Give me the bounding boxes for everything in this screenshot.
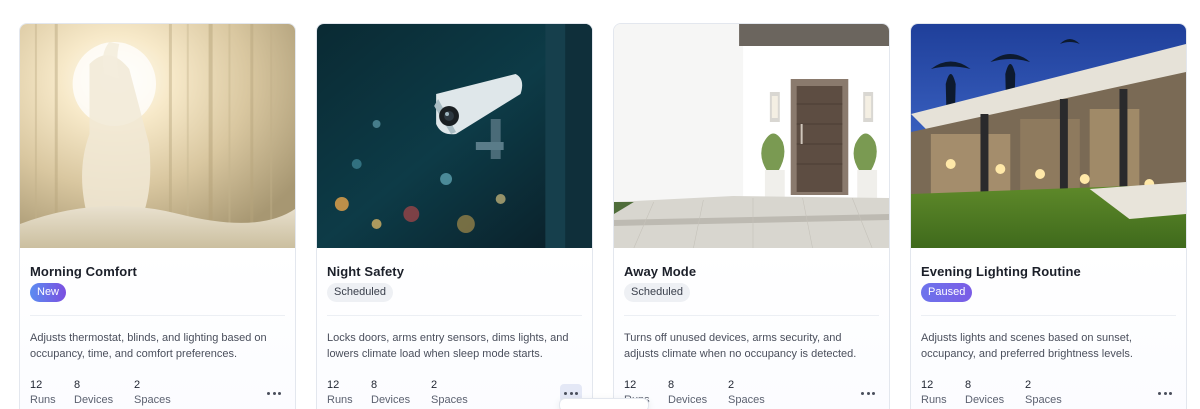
stat-devices-value: 8 — [965, 379, 972, 391]
stat-spaces-label: Spaces — [431, 394, 468, 406]
stat-runs-label: Runs — [921, 394, 947, 406]
stat-spaces-value: 2 — [431, 379, 438, 391]
stat-devices: 8 Devices — [965, 378, 1004, 409]
stat-spaces-label: Spaces — [728, 394, 765, 406]
stat-spaces-label: Spaces — [1025, 394, 1062, 406]
card-title: Morning Comfort — [30, 264, 137, 279]
card-body: Away Mode Scheduled Turns off unused dev… — [614, 248, 889, 409]
stat-runs-value: 12 — [30, 379, 43, 391]
card-body: Morning Comfort New Adjusts thermostat, … — [20, 248, 295, 409]
card-title: Away Mode — [624, 264, 697, 279]
stat-runs-label: Runs — [30, 394, 56, 406]
stat-spaces: 2 Spaces — [1025, 378, 1062, 409]
status-badge-scheduled: Scheduled — [624, 283, 690, 302]
stat-runs: 12 Runs — [327, 378, 353, 409]
card-body: Evening Lighting Routine Paused Adjusts … — [911, 248, 1186, 409]
more-dot — [1163, 391, 1167, 395]
stat-runs: 12 Runs — [921, 378, 947, 409]
more-horizontal-icon — [267, 391, 270, 395]
more-dot — [569, 391, 573, 395]
stat-spaces: 2 Spaces — [431, 378, 468, 409]
status-badge-paused: Paused — [921, 283, 973, 302]
stat-runs-value: 12 — [921, 379, 934, 391]
automation-cards-grid: Morning Comfort New Adjusts thermostat, … — [19, 23, 1187, 409]
card-description: Adjusts thermostat, blinds, and lighting… — [30, 332, 267, 360]
stat-devices: 8 Devices — [668, 378, 707, 409]
card-image-away — [614, 24, 889, 248]
more-options-button[interactable] — [263, 384, 285, 402]
stat-runs-value: 12 — [327, 379, 340, 391]
stat-spaces-value: 2 — [1025, 379, 1032, 391]
more-horizontal-icon — [564, 391, 567, 395]
stat-devices-label: Devices — [668, 394, 708, 406]
stat-spaces-value: 2 — [728, 379, 735, 391]
stat-devices-label: Devices — [74, 394, 114, 406]
stat-spaces: 2 Spaces — [728, 378, 765, 409]
automation-card-night-safety[interactable]: Night Safety Scheduled Locks doors, arms… — [316, 23, 593, 409]
stat-runs: 12 Runs — [30, 378, 56, 409]
stat-spaces-label: Spaces — [134, 394, 171, 406]
card-description: Turns off unused devices, arms security,… — [624, 332, 857, 360]
card-image-night — [317, 24, 592, 248]
stat-devices-value: 8 — [371, 379, 378, 391]
more-dot — [278, 391, 281, 395]
more-horizontal-icon — [861, 391, 864, 395]
more-dot — [575, 391, 578, 395]
stat-devices-label: Devices — [965, 394, 1005, 406]
more-options-button[interactable] — [1154, 384, 1176, 402]
more-horizontal-icon — [1158, 391, 1161, 395]
card-divider — [624, 315, 879, 316]
status-badge-scheduled: Scheduled — [327, 283, 393, 302]
stat-devices-value: 8 — [668, 379, 675, 391]
stat-runs-label: Runs — [327, 394, 353, 406]
card-divider — [921, 315, 1176, 316]
stat-spaces: 2 Spaces — [134, 378, 171, 409]
more-dot — [1169, 391, 1172, 395]
more-options-button[interactable] — [857, 384, 879, 402]
stat-devices-label: Devices — [371, 394, 411, 406]
card-description: Locks doors, arms entry sensors, dims li… — [327, 332, 569, 360]
stat-devices: 8 Devices — [371, 378, 410, 409]
stat-devices-value: 8 — [74, 379, 81, 391]
card-divider — [327, 315, 582, 316]
automation-card-away-mode[interactable]: Away Mode Scheduled Turns off unused dev… — [613, 23, 890, 409]
stat-devices: 8 Devices — [74, 378, 113, 409]
card-description: Adjusts lights and scenes based on sunse… — [921, 332, 1133, 360]
stat-spaces-value: 2 — [134, 379, 141, 391]
status-badge-new: New — [30, 283, 67, 302]
automation-card-evening-lighting[interactable]: Evening Lighting Routine Paused Adjusts … — [910, 23, 1187, 409]
stat-runs-value: 12 — [624, 379, 637, 391]
card-image-evening — [911, 24, 1186, 248]
more-options-menu[interactable] — [559, 398, 649, 409]
automation-card-morning-comfort[interactable]: Morning Comfort New Adjusts thermostat, … — [19, 23, 296, 409]
card-title: Night Safety — [327, 264, 405, 279]
card-divider — [30, 315, 285, 316]
card-image-morning — [20, 24, 295, 248]
more-dot — [872, 391, 875, 395]
card-body: Night Safety Scheduled Locks doors, arms… — [317, 248, 592, 409]
more-dot — [272, 391, 276, 395]
card-title: Evening Lighting Routine — [921, 264, 1081, 279]
more-dot — [866, 391, 870, 395]
